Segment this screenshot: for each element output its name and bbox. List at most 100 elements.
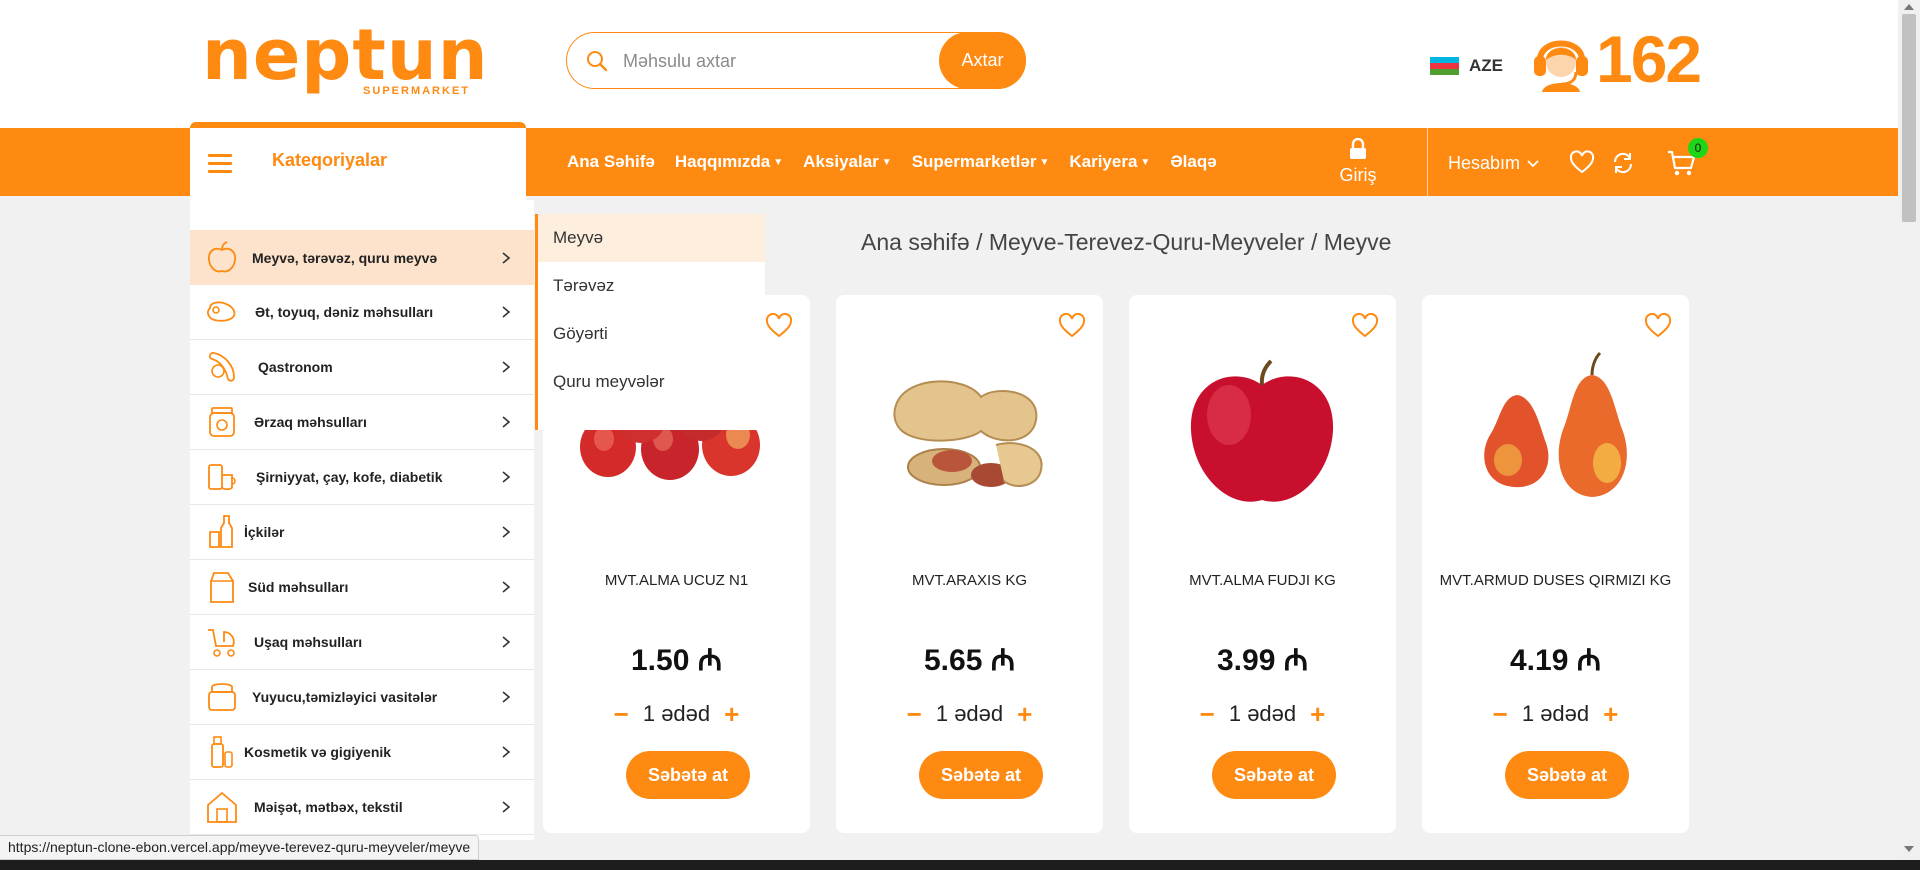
link-preview-url: https://neptun-clone-ebon.vercel.app/mey… [0,835,480,860]
categories-title: Kateqoriyalar [272,150,388,170]
sidebar-item-cosmetics[interactable]: Kosmetik və gigiyenik [190,725,534,780]
submenu-item-vegetables[interactable]: Tərəvəz [538,262,765,310]
increase-button[interactable]: + [1017,701,1032,727]
jar-icon [209,407,235,437]
nav-home[interactable]: Ana Səhifə [567,152,655,172]
nav-contact[interactable]: Əlaqə [1170,152,1216,172]
add-to-cart-button[interactable]: Səbətə at [1505,751,1629,799]
product-card[interactable]: MVT.ARMUD DUSES QIRMIZI KG 4.19 ₼ − 1 əd… [1422,295,1689,833]
add-to-cart-button[interactable]: Səbətə at [626,751,750,799]
product-name[interactable]: MVT.ARMUD DUSES QIRMIZI KG [1422,572,1689,589]
caret-down-icon: ▼ [881,156,892,168]
sidebar-item-dairy[interactable]: Süd məhsulları [190,560,534,615]
caret-down-icon: ▼ [1140,156,1151,168]
azerbaijan-flag-icon [1430,56,1459,76]
sidebar-item-household[interactable]: Məişət, mətbəx, tekstil [190,780,534,835]
house-icon [207,791,237,823]
sidebar-item-cleaning[interactable]: Yuyucu,təmizləyici vasitələr [190,670,534,725]
product-price: 1.50 ₼ [630,644,723,677]
chevron-right-icon [502,526,511,538]
search-button[interactable]: Axtar [939,32,1026,89]
submenu-item-greens[interactable]: Göyərti [538,310,765,358]
bottle-icon [209,515,233,548]
search-bar: Axtar [566,32,1026,89]
sidebar-item-label: Uşaq məhsulları [254,634,363,650]
nav-supermarkets[interactable]: Supermarketlər ▼ [912,152,1050,172]
product-card[interactable]: MVT.ALMA FUDJI KG 3.99 ₼ − 1 ədəd + Səbə… [1129,295,1396,833]
product-name[interactable]: MVT.ARAXIS KG [836,572,1103,589]
chevron-right-icon [502,251,511,264]
header: neptun SUPERMARKET Axtar AZE 162 [0,0,1920,128]
compare-refresh-icon[interactable] [1610,150,1636,176]
submenu-item-dried-fruits[interactable]: Quru meyvələr [538,358,765,406]
decrease-button[interactable]: − [1200,701,1215,727]
sidebar-item-label: Süd məhsulları [248,579,349,595]
wishlist-heart-icon[interactable] [1569,150,1595,176]
coffee-icon [208,464,236,491]
cart-count-badge: 0 [1688,138,1708,158]
sidebar-item-label: Şirniyyat, çay, kofe, diabetik [256,469,443,485]
sidebar-item-label: Məişət, mətbəx, tekstil [254,799,403,815]
red-apple-image [1190,359,1334,502]
quantity-value: 1 ədəd [935,701,1004,726]
language-selector[interactable]: AZE [1430,56,1503,76]
hotline-number: 162 [1596,22,1702,96]
peanuts-image [893,380,1043,487]
sidebar-item-label: Yuyucu,təmizləyici vasitələr [252,689,438,705]
sidebar-item-sweets[interactable]: Şirniyyat, çay, kofe, diabetik [190,450,534,505]
submenu-item-fruit[interactable]: Meyvə [538,214,765,262]
page-scrollbar[interactable] [1898,0,1920,860]
login-button[interactable]: Giriş [1335,138,1381,186]
breadcrumb: Ana səhifə / Meyve-Terevez-Quru-Meyveler… [861,229,1392,255]
neptun-logo[interactable]: neptun SUPERMARKET [202,14,488,102]
chevron-right-icon [502,636,511,648]
subcategory-dropdown: Meyvə Tərəvəz Göyərti Quru meyvələr [535,214,765,430]
add-to-cart-button[interactable]: Səbətə at [1212,751,1336,799]
product-name[interactable]: MVT.ALMA UCUZ N1 [543,572,810,589]
nav-divider [1427,128,1428,196]
sidebar-item-drinks[interactable]: İçkilər [190,505,534,560]
sidebar-item-label: İçkilər [244,524,285,540]
increase-button[interactable]: + [1310,701,1325,727]
nav-promotions[interactable]: Aksiyalar ▼ [803,152,892,172]
sidebar-item-label: Ərzaq məhsulları [254,414,367,430]
chevron-down-icon [1527,159,1539,167]
account-label: Hesabım [1448,153,1521,173]
chevron-right-icon [502,746,511,758]
login-label: Giriş [1339,165,1377,185]
scroll-up-arrow-icon[interactable] [1904,4,1914,10]
nav-career[interactable]: Kariyera ▼ [1069,152,1150,172]
scroll-down-arrow-icon[interactable] [1904,846,1914,852]
increase-button[interactable]: + [724,701,739,727]
sidebar-item-fruits-vegetables[interactable]: Meyvə, tərəvəz, quru meyvə [190,230,534,285]
language-label: AZE [1469,56,1503,75]
nav-about[interactable]: Haqqımızda ▼ [675,152,783,172]
sidebar-item-gastronom[interactable]: Qastronom [190,340,534,395]
sidebar-item-kids[interactable]: Uşaq məhsulları [190,615,534,670]
decrease-button[interactable]: − [907,701,922,727]
scrollbar-thumb[interactable] [1902,14,1916,222]
search-icon [587,51,608,72]
decrease-button[interactable]: − [1493,701,1508,727]
product-name[interactable]: MVT.ALMA FUDJI KG [1129,572,1396,589]
search-input[interactable] [623,43,923,79]
chevron-right-icon [502,416,511,428]
call-center-icon [1534,40,1588,92]
sidebar-item-label: Meyvə, tərəvəz, quru meyvə [252,249,438,266]
decrease-button[interactable]: − [614,701,629,727]
cosmetics-icon [211,736,233,768]
meat-icon [207,301,236,322]
account-menu[interactable]: Hesabım [1448,153,1540,174]
pears-image [1484,351,1627,497]
nav-supermarkets-label: Supermarketlər [911,152,1037,171]
hamburger-icon [208,154,232,174]
add-to-cart-button[interactable]: Səbətə at [919,751,1043,799]
sidebar-item-label: Ət, toyuq, dəniz məhsulları [255,304,434,320]
product-card[interactable]: MVT.ARAXIS KG 5.65 ₼ − 1 ədəd + Səbətə a… [836,295,1103,833]
hotline[interactable]: 162 [1532,22,1702,96]
increase-button[interactable]: + [1603,701,1618,727]
sidebar-item-groceries[interactable]: Ərzaq məhsulları [190,395,534,450]
quantity-value: 1 ədəd [642,701,711,726]
categories-toggle[interactable]: Kateqoriyalar [190,122,526,200]
sidebar-item-meat[interactable]: Ət, toyuq, dəniz məhsulları [190,285,534,340]
